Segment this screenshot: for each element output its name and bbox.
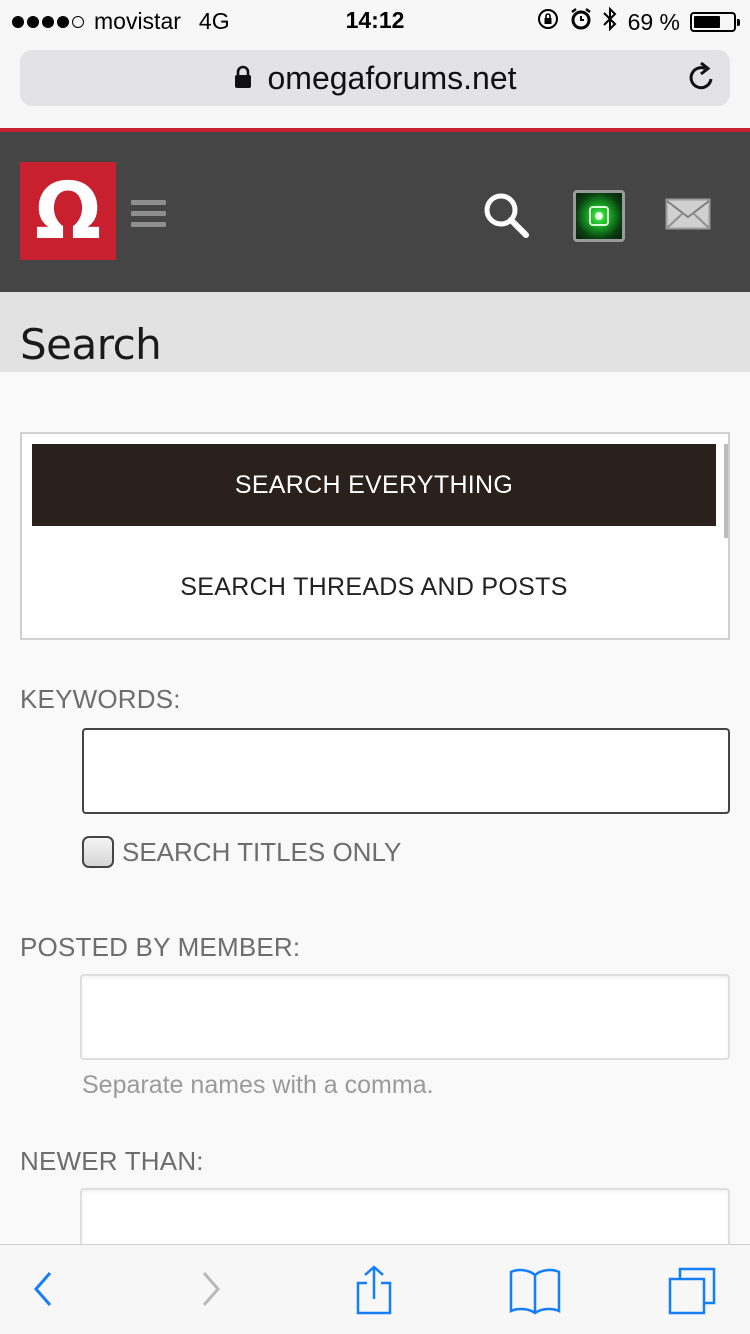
search-type-tabs: SEARCH EVERYTHING SEARCH THREADS AND POS… [20, 432, 730, 640]
browser-chrome: omegaforums.net [0, 40, 750, 128]
browser-toolbar [0, 1244, 750, 1334]
rotation-lock-icon [536, 7, 560, 37]
menu-icon[interactable] [131, 200, 166, 233]
search-icon[interactable] [481, 190, 531, 245]
tab-scrollbar [724, 444, 728, 538]
tabs-icon[interactable] [666, 1265, 720, 1322]
posted-by-hint: Separate names with a comma. [82, 1071, 434, 1099]
forward-icon[interactable] [196, 1265, 226, 1318]
newer-than-label: NEWER THAN: [20, 1146, 204, 1176]
reload-icon[interactable] [688, 61, 716, 97]
keywords-input[interactable] [82, 728, 730, 814]
site-logo[interactable]: Ω [20, 162, 116, 260]
tab-search-everything[interactable]: SEARCH EVERYTHING [32, 444, 716, 526]
svg-text:Ω: Ω [35, 174, 101, 248]
battery-icon [690, 12, 740, 32]
share-icon[interactable] [352, 1265, 396, 1320]
url-text: omegaforums.net [267, 59, 517, 96]
posted-by-label: POSTED BY MEMBER: [20, 932, 301, 962]
titles-only-label: SEARCH TITLES ONLY [122, 836, 402, 867]
posted-by-input[interactable] [80, 974, 730, 1060]
lock-icon [233, 60, 253, 97]
titles-only-option[interactable]: SEARCH TITLES ONLY [82, 836, 401, 868]
page-title-bar: Search [0, 292, 750, 372]
titles-only-checkbox[interactable] [82, 836, 114, 868]
user-avatar[interactable] [573, 190, 625, 242]
page-title: Search [20, 320, 162, 369]
omega-logo-icon: Ω [35, 174, 101, 248]
address-bar[interactable]: omegaforums.net [20, 50, 730, 106]
alarm-icon [570, 7, 592, 37]
tab-search-threads-and-posts[interactable]: SEARCH THREADS AND POSTS [32, 546, 716, 628]
bookmarks-icon[interactable] [508, 1265, 562, 1320]
back-icon[interactable] [28, 1265, 58, 1318]
battery-percent: 69 % [627, 8, 680, 35]
bluetooth-icon [602, 6, 618, 38]
keywords-label: KEYWORDS: [20, 684, 181, 714]
status-bar: movistar 4G 14:12 69 % [0, 0, 750, 40]
mail-icon[interactable] [665, 198, 711, 235]
site-header: Ω [0, 132, 750, 292]
